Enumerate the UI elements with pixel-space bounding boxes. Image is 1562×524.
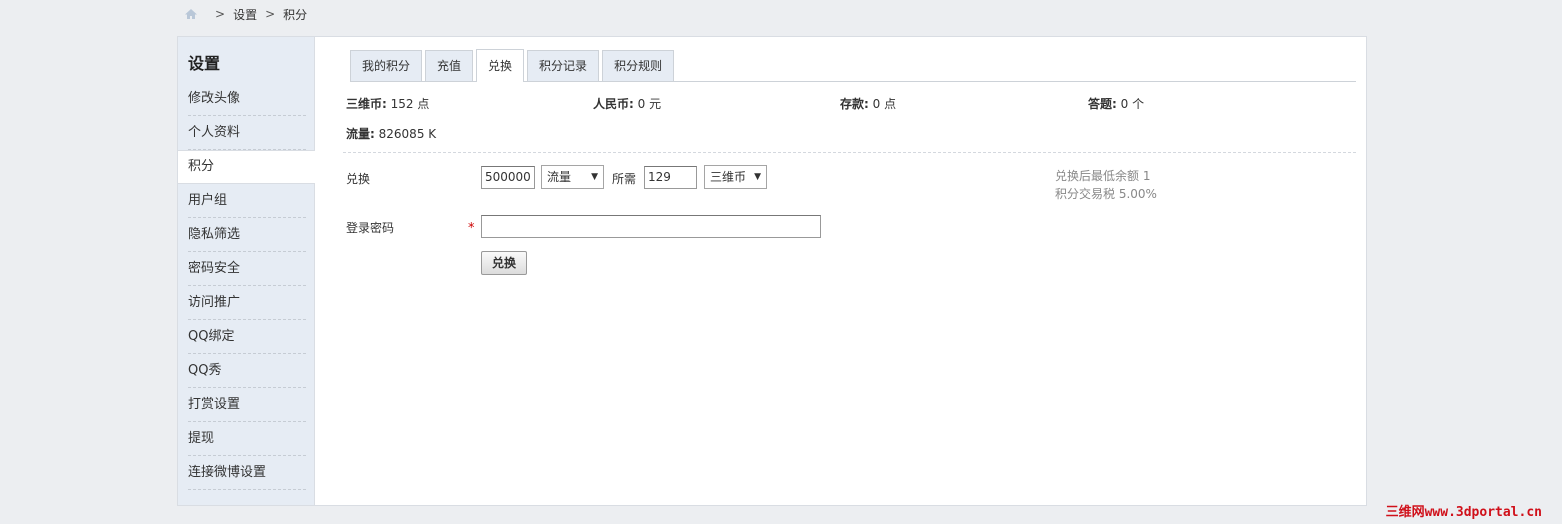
hint-tax-rate: 积分交易税 5.00% bbox=[1055, 187, 1157, 201]
sidebar-item-avatar[interactable]: 修改头像 bbox=[178, 82, 314, 116]
dropdown-arrow-icon: ▼ bbox=[591, 172, 598, 182]
needed-label: 所需 bbox=[612, 172, 637, 186]
breadcrumb-separator: > bbox=[215, 7, 226, 21]
sidebar-item-label: QQ秀 bbox=[188, 363, 222, 378]
sidebar-item-credits[interactable]: 积分 bbox=[178, 150, 315, 184]
hint-min-balance: 兑换后最低余额 1 bbox=[1055, 169, 1151, 183]
dropdown-arrow-icon: ▼ bbox=[754, 172, 761, 182]
required-mark: * bbox=[468, 221, 475, 236]
breadcrumb-settings-link[interactable]: 设置 bbox=[233, 6, 257, 23]
breadcrumb-separator: > bbox=[265, 7, 276, 21]
home-icon[interactable] bbox=[184, 8, 198, 20]
sidebar-item-label: 积分 bbox=[188, 159, 215, 174]
sidebar-item-usergroup[interactable]: 用户组 bbox=[178, 184, 314, 218]
sidebar-item-profile[interactable]: 个人资料 bbox=[178, 116, 314, 150]
sidebar-item-label: 密码安全 bbox=[188, 261, 241, 276]
stat-value: 0 元 bbox=[637, 97, 662, 111]
stat-label: 三维币: bbox=[346, 97, 387, 111]
sidebar-item-label: 打赏设置 bbox=[188, 397, 241, 412]
sidebar: 设置 修改头像 个人资料 积分 用户组 隐私筛选 密码安全 访问推广 QQ绑定 … bbox=[178, 37, 315, 505]
sidebar-item-label: 提现 bbox=[188, 431, 215, 446]
sidebar-menu: 修改头像 个人资料 积分 用户组 隐私筛选 密码安全 访问推广 QQ绑定 QQ秀… bbox=[178, 82, 315, 490]
main-frame: 设置 修改头像 个人资料 积分 用户组 隐私筛选 密码安全 访问推广 QQ绑定 … bbox=[177, 36, 1367, 506]
sidebar-item-weibo[interactable]: 连接微博设置 bbox=[178, 456, 314, 490]
exchange-amount-input[interactable]: 500000 bbox=[481, 166, 535, 189]
tab-credit-rules[interactable]: 积分规则 bbox=[602, 50, 675, 81]
select-value: 三维币 bbox=[710, 170, 747, 184]
tab-exchange[interactable]: 兑换 bbox=[476, 49, 525, 82]
site-watermark: 三维网www.3dportal.cn bbox=[1385, 505, 1542, 520]
stat-answers: 答题: 0 个 bbox=[1088, 95, 1144, 112]
sidebar-item-password-security[interactable]: 密码安全 bbox=[178, 252, 314, 286]
stat-coins: 三维币: 152 点 bbox=[346, 95, 429, 112]
tab-my-credits[interactable]: 我的积分 bbox=[350, 50, 423, 81]
select-value: 流量 bbox=[547, 170, 572, 184]
exchange-label: 兑换 bbox=[346, 172, 371, 186]
stat-value: 152 点 bbox=[390, 97, 430, 111]
sidebar-item-label: 用户组 bbox=[188, 193, 228, 208]
breadcrumb-current: 积分 bbox=[283, 7, 308, 22]
stat-rmb: 人民币: 0 元 bbox=[593, 95, 661, 112]
tab-credit-log[interactable]: 积分记录 bbox=[527, 50, 600, 81]
stat-value: 0 个 bbox=[1120, 97, 1145, 111]
exchange-to-select[interactable]: 三维币 ▼ bbox=[704, 165, 767, 189]
tab-bar: 我的积分 充值 兑换 积分记录 积分规则 bbox=[350, 49, 1356, 82]
section-divider bbox=[343, 152, 1356, 153]
sidebar-item-label: 修改头像 bbox=[188, 91, 241, 106]
stat-label: 答题: bbox=[1088, 97, 1117, 111]
sidebar-title: 设置 bbox=[188, 54, 221, 73]
stat-label: 人民币: bbox=[593, 97, 634, 111]
stat-value: 0 点 bbox=[872, 97, 897, 111]
sidebar-item-label: QQ绑定 bbox=[188, 329, 235, 344]
exchange-submit-button[interactable]: 兑换 bbox=[481, 251, 527, 275]
stat-value: 826085 K bbox=[378, 127, 437, 141]
sidebar-item-label: 个人资料 bbox=[188, 125, 241, 140]
tab-recharge[interactable]: 充值 bbox=[425, 50, 474, 81]
needed-amount-input[interactable]: 129 bbox=[644, 166, 697, 189]
stat-label: 流量: bbox=[346, 127, 375, 141]
exchange-hint: 兑换后最低余额 1 积分交易税 5.00% bbox=[1055, 167, 1157, 203]
stat-traffic: 流量: 826085 K bbox=[346, 125, 436, 142]
sidebar-item-qq-bind[interactable]: QQ绑定 bbox=[178, 320, 314, 354]
sidebar-item-label: 连接微博设置 bbox=[188, 465, 267, 480]
stat-deposit: 存款: 0 点 bbox=[840, 95, 896, 112]
divider bbox=[188, 489, 306, 490]
password-label: 登录密码 bbox=[346, 221, 395, 235]
sidebar-item-withdraw[interactable]: 提现 bbox=[178, 422, 314, 456]
password-input[interactable] bbox=[481, 215, 821, 238]
sidebar-item-tip-settings[interactable]: 打赏设置 bbox=[178, 388, 314, 422]
exchange-from-select[interactable]: 流量 ▼ bbox=[541, 165, 604, 189]
sidebar-item-privacy[interactable]: 隐私筛选 bbox=[178, 218, 314, 252]
breadcrumb: > 设置 > 积分 bbox=[184, 6, 307, 22]
sidebar-item-label: 访问推广 bbox=[188, 295, 241, 310]
stat-label: 存款: bbox=[840, 97, 869, 111]
content-panel: 我的积分 充值 兑换 积分记录 积分规则 三维币: 152 点 人民币: 0 元… bbox=[315, 37, 1366, 505]
sidebar-item-promotion[interactable]: 访问推广 bbox=[178, 286, 314, 320]
sidebar-item-label: 隐私筛选 bbox=[188, 227, 241, 242]
sidebar-item-qq-show[interactable]: QQ秀 bbox=[178, 354, 314, 388]
